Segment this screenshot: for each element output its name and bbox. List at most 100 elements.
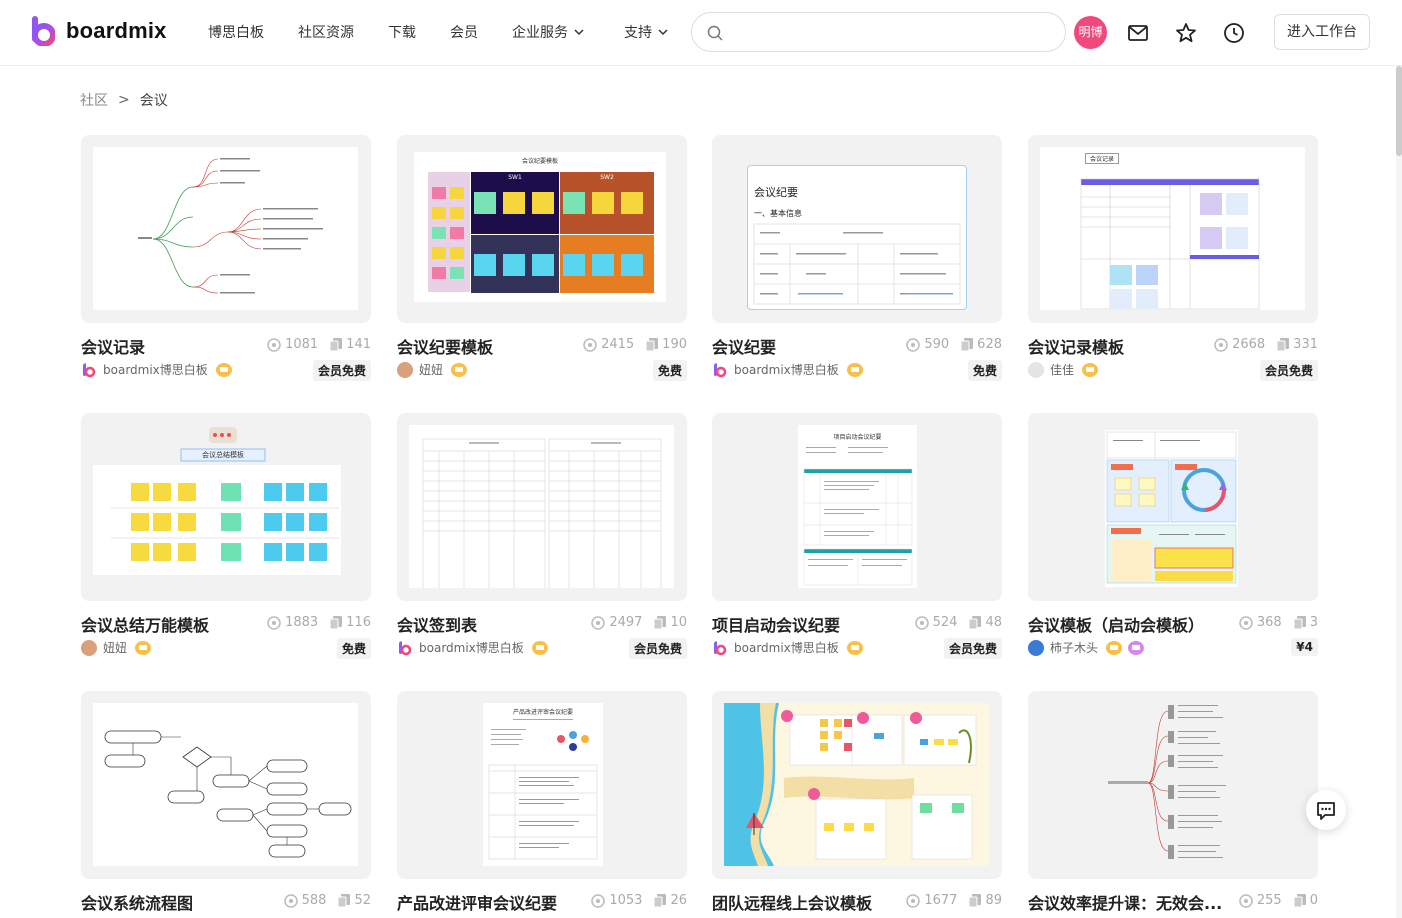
author-avatar xyxy=(1028,639,1044,656)
view-count: 1677 xyxy=(924,893,958,908)
mail-icon[interactable] xyxy=(1126,21,1150,45)
card-title[interactable]: 会议记录 xyxy=(81,334,145,358)
nav-item-boardmix[interactable]: 博思白板 xyxy=(208,22,264,42)
card-title[interactable]: 会议签到表 xyxy=(397,612,477,636)
copy-icon xyxy=(330,338,343,351)
template-thumbnail[interactable]: 会议纪要模板 SW1 SW2 xyxy=(397,135,687,323)
nav-item-support[interactable]: 支持 xyxy=(624,22,668,42)
review-minutes-preview-image xyxy=(488,719,598,860)
template-thumbnail[interactable] xyxy=(81,135,371,323)
card-title[interactable]: 会议效率提升课：无效会... xyxy=(1028,890,1222,914)
card-author[interactable]: boardmix博思白板 xyxy=(712,361,863,378)
copy-icon xyxy=(1277,338,1290,351)
boardmix-logo-icon xyxy=(32,16,55,46)
card-title[interactable]: 会议记录模板 xyxy=(1028,334,1124,358)
efficiency-mindmap-preview-image xyxy=(1108,705,1226,859)
eye-icon xyxy=(1239,615,1253,630)
template-thumbnail[interactable]: 产品改进评审会议纪要 xyxy=(397,691,687,879)
card-stats: 1081 141 xyxy=(267,337,371,352)
copy-count: 116 xyxy=(346,615,371,630)
card-author[interactable]: 妞妞 xyxy=(81,639,152,656)
template-thumbnail[interactable] xyxy=(81,691,371,879)
template-thumbnail[interactable] xyxy=(1028,691,1318,879)
breadcrumb-separator: > xyxy=(118,92,130,108)
card-title[interactable]: 会议系统流程图 xyxy=(81,890,193,914)
chevron-down-icon xyxy=(574,29,584,36)
user-avatar[interactable]: 明博 xyxy=(1074,16,1107,49)
eye-icon xyxy=(267,337,281,352)
card-stats: 2668 331 xyxy=(1214,337,1318,352)
card-title[interactable]: 会议纪要 xyxy=(712,334,776,358)
card-title[interactable]: 团队远程线上会议模板 xyxy=(712,890,872,914)
crown-icon xyxy=(451,362,468,377)
view-count: 2415 xyxy=(601,337,635,352)
search-box[interactable] xyxy=(691,12,1066,52)
author-avatar xyxy=(81,639,97,656)
card-author[interactable]: boardmix博思白板 xyxy=(397,639,548,656)
copy-icon xyxy=(1293,616,1306,629)
nav-label: 下载 xyxy=(388,25,416,41)
card-title[interactable]: 产品改进评审会议纪要 xyxy=(397,890,557,914)
minutes-table-preview-image xyxy=(753,223,961,305)
author-avatar xyxy=(397,361,413,378)
card-author[interactable]: boardmix博思白板 xyxy=(81,361,232,378)
boardmix-logo-icon xyxy=(714,640,727,655)
card-stats: 588 52 xyxy=(283,893,371,908)
card-title[interactable]: 会议模板（启动会模板） xyxy=(1028,612,1204,636)
boardmix-logo[interactable]: boardmix xyxy=(31,16,167,46)
view-count: 1081 xyxy=(285,337,319,352)
price-badge: 会员免费 xyxy=(1259,360,1318,381)
eye-icon xyxy=(906,337,921,352)
boardmix-logo-icon xyxy=(83,362,96,377)
eye-icon xyxy=(591,893,606,908)
card-title[interactable]: 会议总结万能模板 xyxy=(81,612,209,636)
template-thumbnail[interactable] xyxy=(397,413,687,601)
eye-icon xyxy=(1214,337,1228,352)
card-stats: 368 3 xyxy=(1239,615,1318,630)
nav-label: 社区资源 xyxy=(298,25,354,41)
nav-label: 博思白板 xyxy=(208,25,264,41)
template-thumbnail[interactable]: 会议记录 xyxy=(1028,135,1318,323)
author-name: 柿子木头 xyxy=(1050,641,1099,655)
author-name: 佳佳 xyxy=(1050,363,1075,377)
template-thumbnail[interactable] xyxy=(1028,413,1318,601)
boardmix-logo-icon xyxy=(714,362,727,377)
chat-button[interactable] xyxy=(1306,790,1346,830)
copy-icon xyxy=(330,616,343,629)
crown-icon xyxy=(846,640,863,655)
copy-count: 48 xyxy=(985,615,1002,630)
author-name: boardmix博思白板 xyxy=(419,641,524,655)
template-thumbnail[interactable]: 会议总结模板 xyxy=(81,413,371,601)
scrollbar-thumb[interactable] xyxy=(1396,66,1402,156)
view-count: 524 xyxy=(932,615,958,630)
breadcrumb-root-link[interactable]: 社区 xyxy=(80,90,108,110)
nav-item-community[interactable]: 社区资源 xyxy=(298,22,354,42)
enter-workspace-button[interactable]: 进入工作台 xyxy=(1274,14,1370,50)
page-scrollbar[interactable] xyxy=(1396,66,1402,918)
card-title[interactable]: 项目启动会议纪要 xyxy=(712,612,840,636)
nav-item-membership[interactable]: 会员 xyxy=(450,22,478,42)
card-title[interactable]: 会议纪要模板 xyxy=(397,334,493,358)
card-author[interactable]: 柿子木头 xyxy=(1028,639,1145,656)
copy-count: 141 xyxy=(346,337,371,352)
card-stats: 2497 10 xyxy=(591,615,687,630)
template-thumbnail[interactable]: 项目启动会议纪要 xyxy=(712,413,1002,601)
star-icon[interactable] xyxy=(1174,21,1198,45)
search-input[interactable] xyxy=(732,21,1052,43)
card-author[interactable]: 妞妞 xyxy=(397,361,468,378)
nav-item-download[interactable]: 下载 xyxy=(388,22,416,42)
copy-count: 0 xyxy=(1309,893,1318,908)
copy-icon xyxy=(1293,894,1306,907)
template-thumbnail[interactable] xyxy=(712,691,1002,879)
nav-item-enterprise[interactable]: 企业服务 xyxy=(512,22,584,42)
clock-icon[interactable] xyxy=(1222,21,1246,45)
crown-icon xyxy=(1106,640,1123,655)
copy-icon xyxy=(961,338,974,351)
card-author[interactable]: 佳佳 xyxy=(1028,361,1099,378)
crown-icon xyxy=(846,362,863,377)
card-author[interactable]: boardmix博思白板 xyxy=(712,639,863,656)
author-name: 妞妞 xyxy=(419,363,444,377)
author-name: 妞妞 xyxy=(103,641,128,655)
copy-count: 331 xyxy=(1293,337,1318,352)
template-thumbnail[interactable]: 会议纪要 一、基本信息 xyxy=(712,135,1002,323)
